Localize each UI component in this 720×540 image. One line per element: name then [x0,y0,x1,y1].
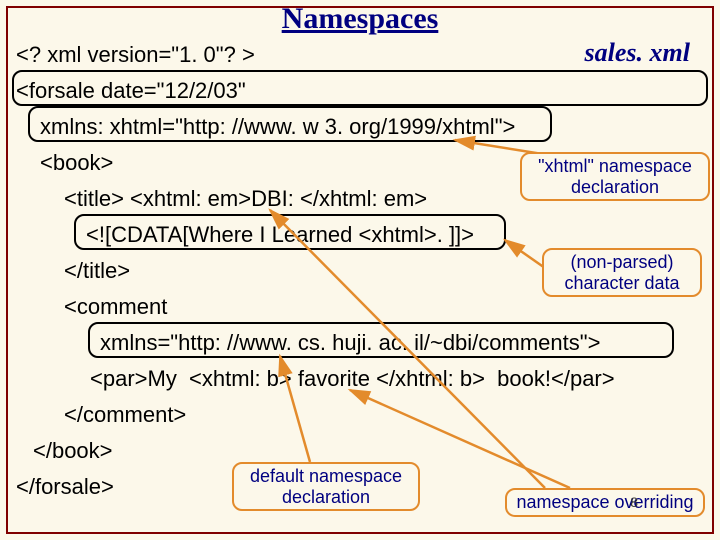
highlight-box-forsale [12,70,708,106]
annotation-namespace-overriding: namespace overriding [505,488,705,517]
code-line-4: <book> [40,150,113,176]
page-number: 8 [630,494,638,510]
code-line-5: <title> <xhtml: em>DBI: </xhtml: em> [64,186,427,212]
filename-label: sales. xml [585,38,690,68]
code-line-8: <comment [64,294,167,320]
code-line-7: </title> [64,258,130,284]
code-line-13: </forsale> [16,474,114,500]
annotation-default-namespace: default namespace declaration [232,462,420,511]
code-line-10: <par>My <xhtml: b> favorite </xhtml: b> … [90,366,615,392]
highlight-box-xmlns-xhtml [28,106,552,142]
code-line-12: </book> [33,438,113,464]
annotation-xhtml-namespace: "xhtml" namespace declaration [520,152,710,201]
slide-title: Namespaces [0,2,720,36]
code-line-1: <? xml version="1. 0"? > [16,42,255,68]
code-line-11: </comment> [64,402,186,428]
annotation-cdata: (non-parsed) character data [542,248,702,297]
highlight-box-cdata [74,214,506,250]
highlight-box-xmlns-default [88,322,674,358]
